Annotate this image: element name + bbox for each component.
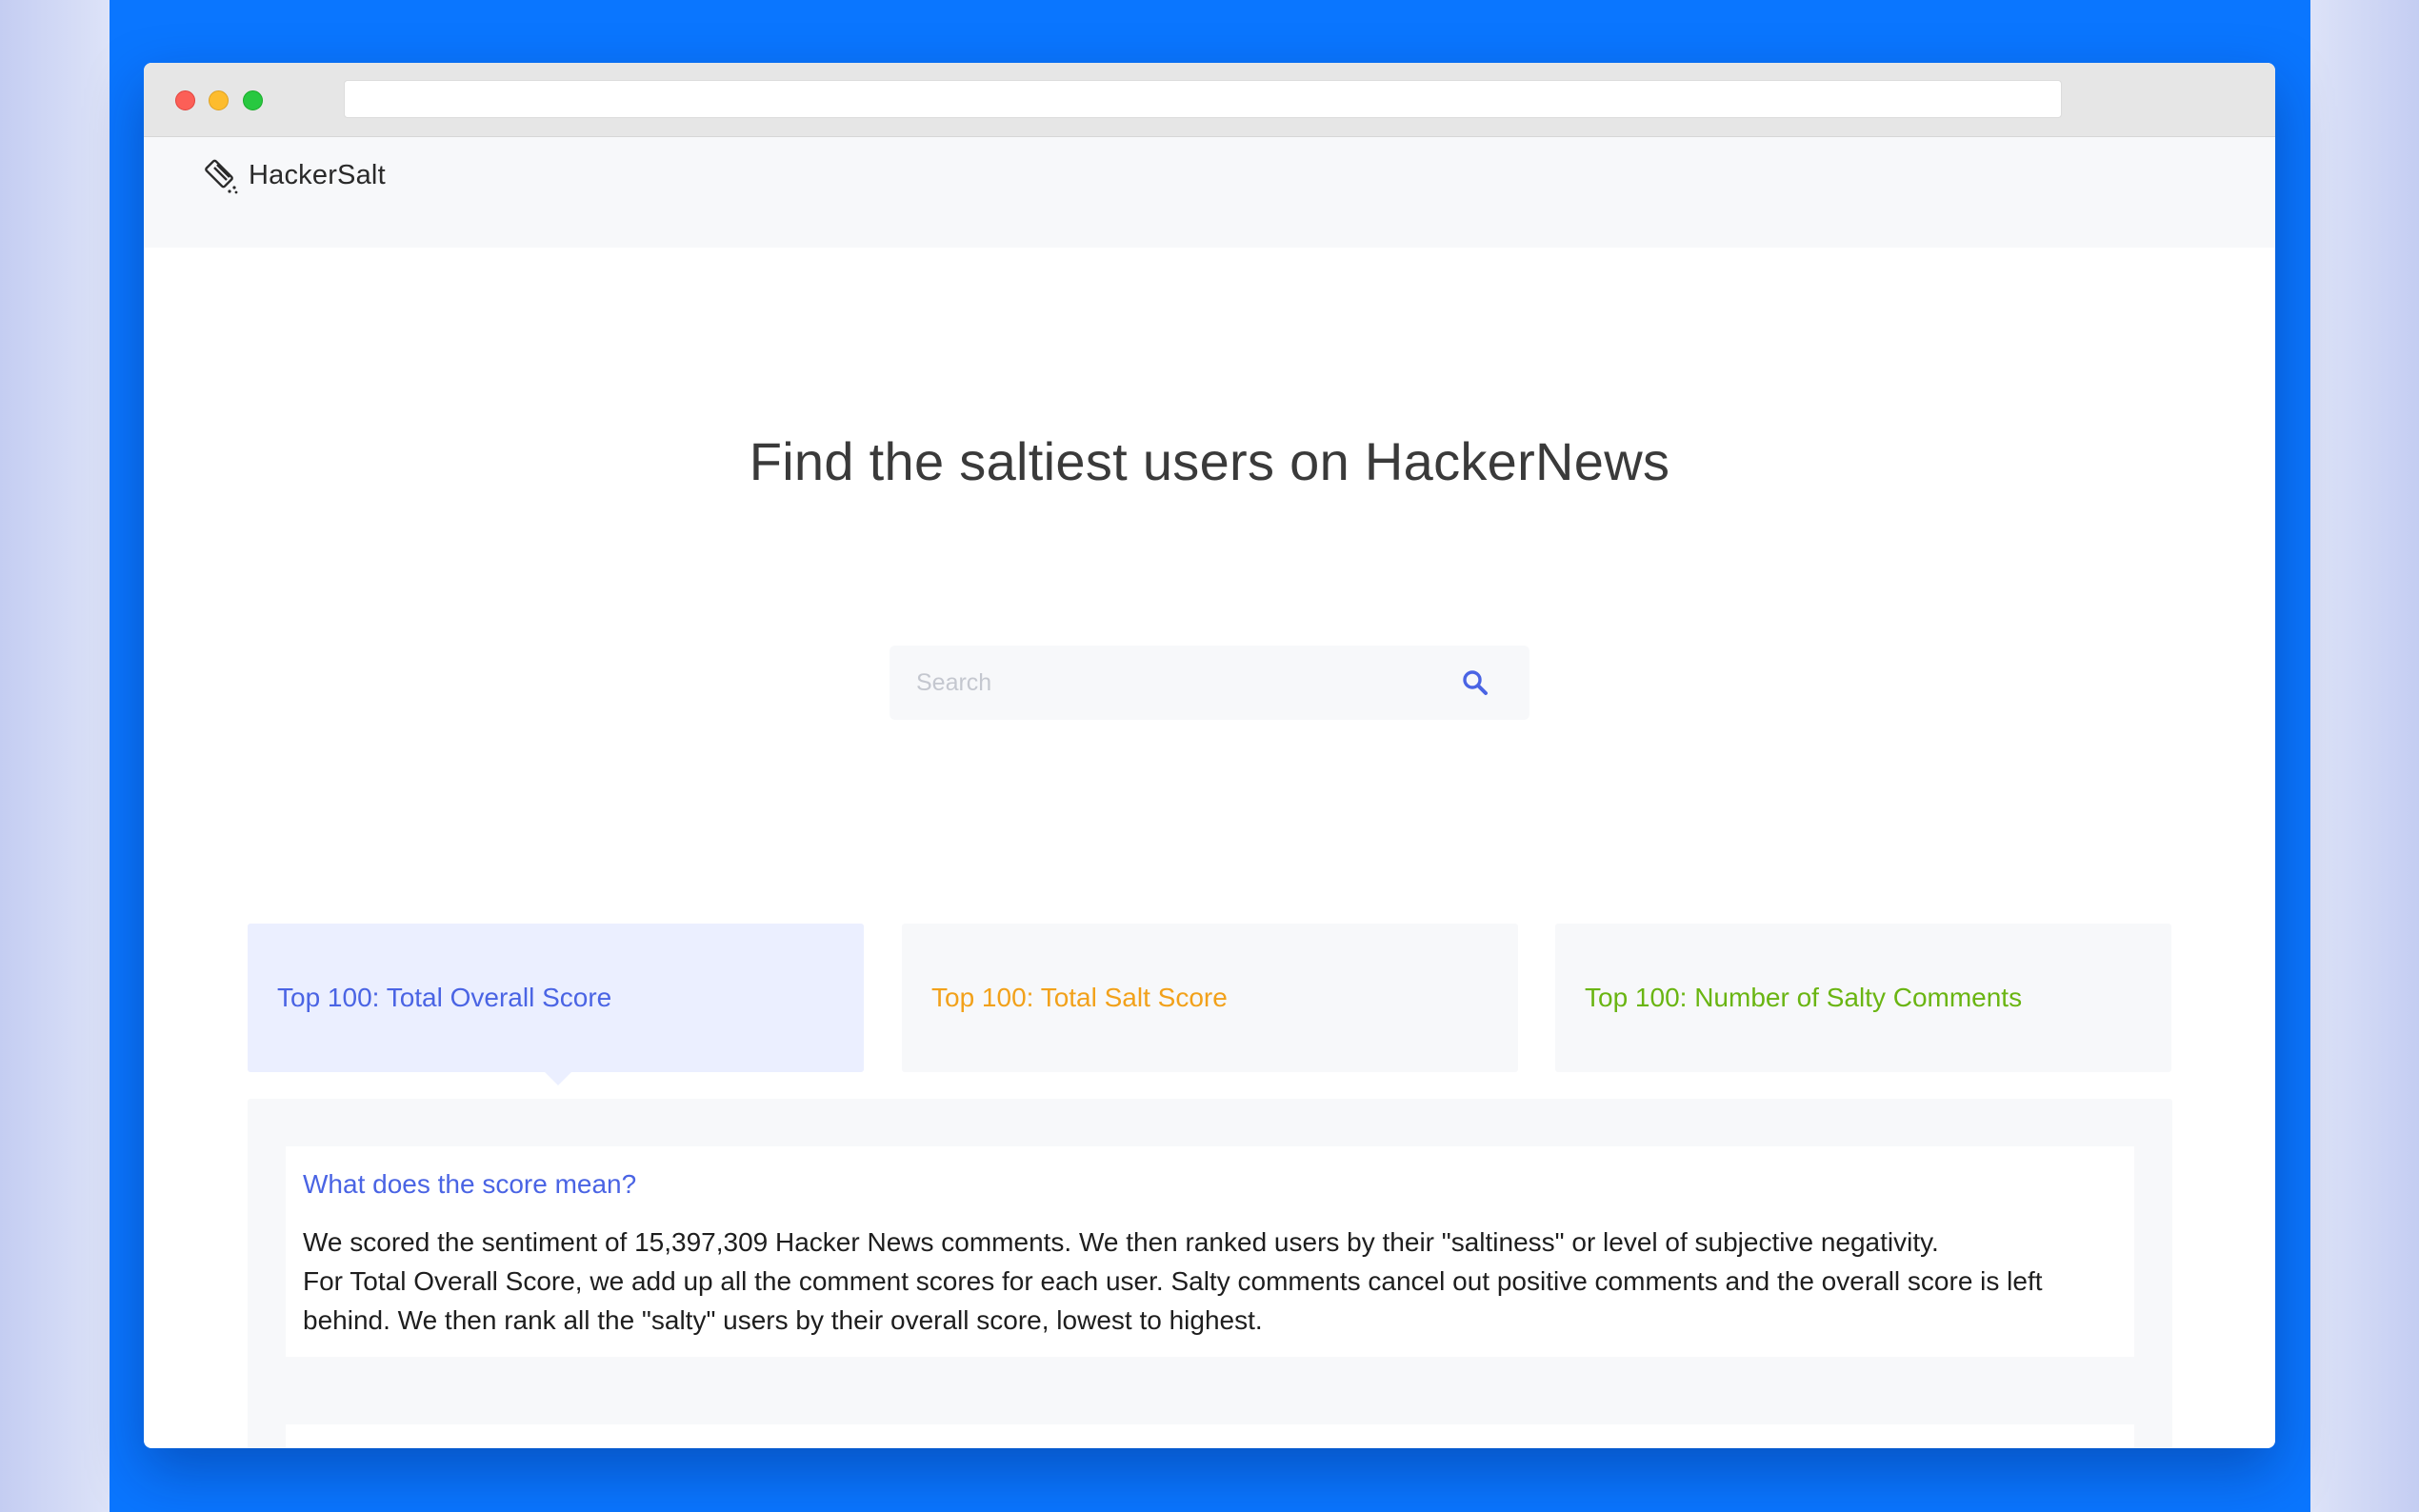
tab-content-panel: What does the score mean? We scored the … xyxy=(248,1099,2172,1448)
active-tab-indicator xyxy=(545,1072,571,1085)
score-info-title[interactable]: What does the score mean? xyxy=(303,1169,2117,1200)
tab-total-overall-score[interactable]: Top 100: Total Overall Score xyxy=(248,924,864,1072)
leaderboard-card xyxy=(286,1424,2134,1448)
score-info-line-1: We scored the sentiment of 15,397,309 Ha… xyxy=(303,1227,1939,1257)
tab-total-salt-score[interactable]: Top 100: Total Salt Score xyxy=(902,924,1518,1072)
tab-label: Top 100: Number of Salty Comments xyxy=(1585,983,2023,1012)
page-title-text: Find the saltiest users on HackerNews xyxy=(749,431,1670,491)
score-info-text: We scored the sentiment of 15,397,309 Ha… xyxy=(303,1223,2117,1340)
maximize-window-button[interactable] xyxy=(243,90,263,110)
search-icon[interactable] xyxy=(1461,668,1489,697)
search-box xyxy=(890,646,1529,720)
browser-window: HackerSalt Find the saltiest users on Ha… xyxy=(144,63,2275,1448)
site-logo[interactable]: HackerSalt xyxy=(205,156,386,194)
search-input[interactable] xyxy=(890,646,1451,720)
site-navbar xyxy=(144,137,2275,248)
tab-label: Top 100: Total Salt Score xyxy=(931,983,1228,1012)
score-info-line-2: For Total Overall Score, we add up all t… xyxy=(303,1266,2043,1335)
salt-shaker-icon xyxy=(205,156,241,194)
tab-label: Top 100: Total Overall Score xyxy=(277,983,612,1012)
address-bar[interactable] xyxy=(344,80,2062,118)
brand-name: HackerSalt xyxy=(249,159,386,190)
score-info-card: What does the score mean? We scored the … xyxy=(286,1146,2134,1357)
page-title: Find the saltiest users on HackerNews xyxy=(144,430,2275,493)
minimize-window-button[interactable] xyxy=(209,90,229,110)
close-window-button[interactable] xyxy=(175,90,195,110)
browser-titlebar xyxy=(144,63,2275,137)
tab-number-of-salty-comments[interactable]: Top 100: Number of Salty Comments xyxy=(1555,924,2171,1072)
